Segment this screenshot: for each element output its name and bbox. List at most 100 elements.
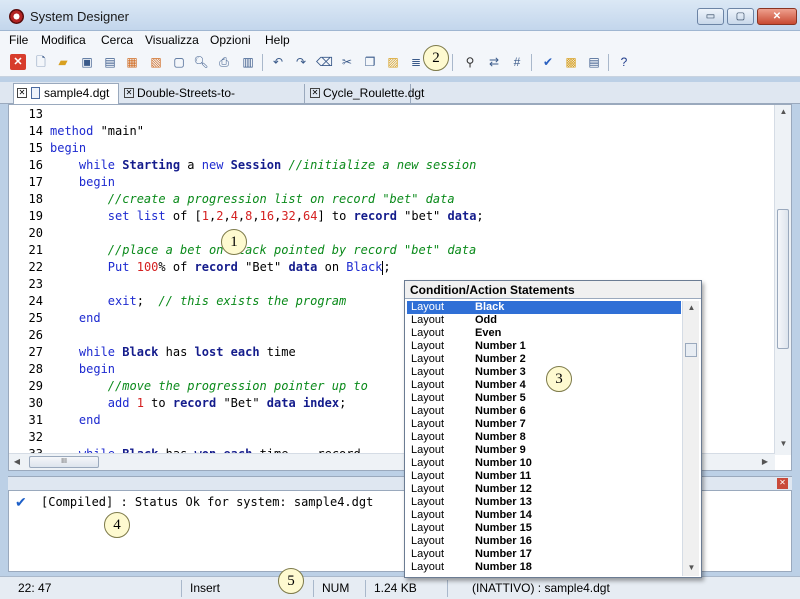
- goto-icon[interactable]: #: [509, 54, 525, 70]
- indent-icon[interactable]: ≣: [408, 54, 424, 70]
- help-icon[interactable]: ?: [616, 54, 632, 70]
- find-icon[interactable]: ⚲: [462, 54, 478, 70]
- scroll-up-icon[interactable]: ▲: [683, 303, 700, 312]
- scroll-up-icon[interactable]: ▲: [775, 107, 791, 116]
- list-item[interactable]: Layout Number 7: [407, 418, 681, 431]
- check-icon[interactable]: ✔: [540, 54, 556, 70]
- list-item[interactable]: Layout Number 16: [407, 535, 681, 548]
- new-icon[interactable]: 🗋: [33, 54, 49, 70]
- popup-scrollbar[interactable]: ▲ ▼: [682, 301, 699, 576]
- replace-icon[interactable]: ⇄: [486, 54, 502, 70]
- code-line[interactable]: 22 Put 100% of record "Bet" data on Blac…: [9, 259, 391, 276]
- list-item[interactable]: Layout Number 5: [407, 392, 681, 405]
- erase-icon[interactable]: ⌫: [316, 54, 333, 70]
- list-item[interactable]: Layout Number 4: [407, 379, 681, 392]
- copy-icon[interactable]: ❐: [362, 54, 378, 70]
- scroll-thumb[interactable]: [685, 343, 697, 357]
- cut-icon[interactable]: ✂: [339, 54, 355, 70]
- code-line[interactable]: 13: [9, 106, 50, 123]
- code-line[interactable]: 28 begin: [9, 361, 115, 378]
- code-line[interactable]: 20: [9, 225, 50, 242]
- tab-close-icon[interactable]: ✕: [124, 88, 134, 98]
- list-item[interactable]: Layout Number 2: [407, 353, 681, 366]
- print-setup-icon[interactable]: ▥: [240, 54, 256, 70]
- open-icon[interactable]: ▰: [55, 54, 71, 70]
- menu-file[interactable]: File: [9, 33, 28, 47]
- minimize-button[interactable]: ▭: [697, 8, 724, 25]
- code-line[interactable]: 18 //create a progression list on record…: [9, 191, 455, 208]
- list-item[interactable]: Layout Number 8: [407, 431, 681, 444]
- paste-icon[interactable]: ▨: [385, 54, 401, 70]
- list-item[interactable]: Layout Black: [407, 301, 681, 314]
- redo-icon[interactable]: ↷: [293, 54, 309, 70]
- close-icon[interactable]: ▦: [124, 54, 140, 70]
- menu-modifica[interactable]: Modifica: [41, 33, 86, 47]
- code-token: 1: [136, 396, 144, 410]
- list-item[interactable]: Layout Number 17: [407, 548, 681, 561]
- scroll-thumb[interactable]: III: [29, 456, 99, 468]
- list-item[interactable]: Layout Number 14: [407, 509, 681, 522]
- tab-close-icon[interactable]: ✕: [17, 88, 27, 98]
- list-item[interactable]: Layout Number 9: [407, 444, 681, 457]
- code-line[interactable]: 27 while Black has lost each time: [9, 344, 296, 361]
- save-all-icon[interactable]: ▤: [102, 54, 118, 70]
- doc-icon[interactable]: ▤: [586, 54, 602, 70]
- list-item[interactable]: Layout Number 18: [407, 561, 681, 574]
- scroll-down-icon[interactable]: ▼: [683, 563, 700, 572]
- scroll-right-icon[interactable]: ▶: [759, 457, 771, 466]
- tab-double-streets[interactable]: ✕ Double-Streets-to-Winning.dgt: [121, 84, 305, 118]
- list-item[interactable]: Layout Even: [407, 327, 681, 340]
- exit-icon[interactable]: ✕: [10, 54, 26, 70]
- code-line[interactable]: 25 end: [9, 310, 101, 327]
- code-line[interactable]: 19 set list of [1,2,4,8,16,32,64] to rec…: [9, 208, 484, 225]
- list-item[interactable]: Layout Number 15: [407, 522, 681, 535]
- preview-icon[interactable]: 🔍︎: [193, 54, 209, 70]
- compile-icon[interactable]: ▩: [563, 54, 579, 70]
- save-icon[interactable]: ▣: [79, 54, 95, 70]
- list-item[interactable]: Layout Number 13: [407, 496, 681, 509]
- code-line[interactable]: 31 end: [9, 412, 101, 429]
- close-window-button[interactable]: ✕: [757, 8, 797, 25]
- line-number: 13: [28, 107, 43, 121]
- list-item[interactable]: Layout Number 12: [407, 483, 681, 496]
- output-close-icon[interactable]: ✕: [777, 478, 788, 489]
- menu-opzioni[interactable]: Opzioni: [210, 33, 251, 47]
- condition-action-popup[interactable]: Condition/Action Statements Layout Black L…: [404, 280, 702, 578]
- menu-visualizza[interactable]: Visualizza: [145, 33, 199, 47]
- editor-vertical-scrollbar[interactable]: ▲ ▼: [774, 105, 791, 455]
- list-item[interactable]: Layout Number 3: [407, 366, 681, 379]
- code-line[interactable]: 15 begin: [9, 140, 87, 157]
- list-item[interactable]: Layout Number 6: [407, 405, 681, 418]
- item-category: Layout: [411, 340, 445, 352]
- maximize-button[interactable]: ▢: [727, 8, 754, 25]
- scroll-left-icon[interactable]: ◀: [11, 457, 23, 466]
- menu-help[interactable]: Help: [265, 33, 290, 47]
- list-item[interactable]: Layout Odd: [407, 314, 681, 327]
- undo-icon[interactable]: ↶: [270, 54, 286, 70]
- code-token: of [: [165, 209, 202, 223]
- menu-cerca[interactable]: Cerca: [101, 33, 133, 47]
- list-item[interactable]: Layout Number 1: [407, 340, 681, 353]
- code-line[interactable]: 17 begin: [9, 174, 115, 191]
- code-line[interactable]: 14 method "main": [9, 123, 144, 140]
- list-item[interactable]: Layout Number 11: [407, 470, 681, 483]
- code-line[interactable]: 23: [9, 276, 50, 293]
- tab-cycle-roulette[interactable]: ✕ Cycle_Roulette.dgt: [307, 84, 424, 103]
- list-item[interactable]: Layout Number 10: [407, 457, 681, 470]
- statement-list[interactable]: Layout Black Layout Odd Layout Even Layout Numb…: [407, 301, 681, 576]
- printer-icon[interactable]: ⎙: [216, 54, 232, 70]
- code-line[interactable]: 32: [9, 429, 50, 446]
- code-line[interactable]: 16 while Starting a new Session //initia…: [9, 157, 477, 174]
- line-number: 20: [28, 226, 43, 240]
- scroll-down-icon[interactable]: ▼: [775, 439, 791, 448]
- scroll-thumb[interactable]: [777, 209, 789, 349]
- tab-sample4[interactable]: ✕ sample4.dgt: [13, 83, 119, 104]
- tab-close-icon[interactable]: ✕: [310, 88, 320, 98]
- code-line[interactable]: 30 add 1 to record "Bet" data index;: [9, 395, 347, 412]
- print-icon[interactable]: ▧: [148, 54, 164, 70]
- code-line[interactable]: 26: [9, 327, 50, 344]
- code-line[interactable]: 24 exit; // this exists the program: [9, 293, 347, 310]
- code-line[interactable]: 29 //move the progression pointer up to: [9, 378, 368, 395]
- select-icon[interactable]: ▢: [171, 54, 187, 70]
